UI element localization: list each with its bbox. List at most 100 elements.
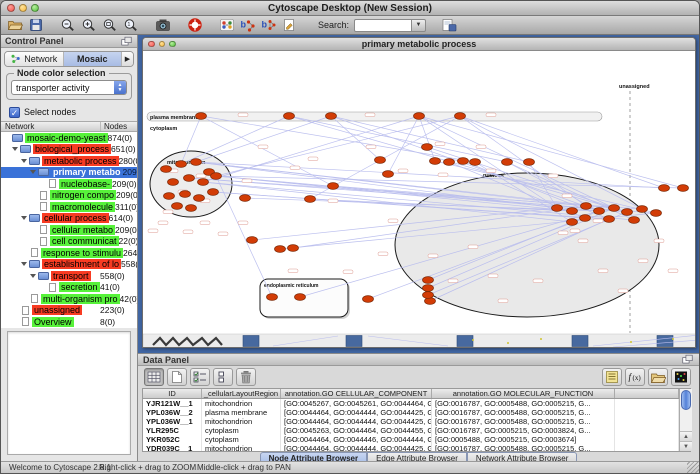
zoom-in-icon[interactable] <box>79 17 98 33</box>
folder-icon <box>12 134 23 142</box>
network-view-frame[interactable]: primary metabolic process plasma membran… <box>142 37 696 348</box>
tree-row[interactable]: macromolecule311(0) <box>1 201 137 213</box>
tree-row[interactable]: mosaic-demo-yeast874(0) <box>1 132 137 144</box>
tree-row[interactable]: cellular metabo209(0) <box>1 224 137 236</box>
attribute-table-grid: ID_cellularLayoutRegionannotation.GO CEL… <box>143 389 679 451</box>
tree-row[interactable]: biological_process651(0) <box>1 144 137 156</box>
help-icon[interactable] <box>185 17 204 33</box>
tree-row[interactable]: metabolic process280(0) <box>1 155 137 167</box>
column-header[interactable]: _cellularLayoutRegion <box>202 389 281 398</box>
plugin-network-2-icon[interactable]: b <box>259 17 278 33</box>
expand-arrow-icon[interactable] <box>12 147 18 151</box>
zoom-out-icon[interactable] <box>58 17 77 33</box>
resize-grip[interactable] <box>687 461 699 473</box>
expand-arrow-icon[interactable] <box>21 262 27 266</box>
matrix-ops-icon[interactable] <box>213 368 233 386</box>
tree-row-count: 280(0) <box>119 156 137 166</box>
table-row[interactable]: YJR121W__1mitochondrion[GO:0045267, GO:0… <box>143 399 679 408</box>
open-icon[interactable] <box>5 17 24 33</box>
column-header[interactable]: annotation.GO CELLULAR_COMPONENT <box>281 389 432 398</box>
zoom-fit-icon[interactable]: 1 <box>121 17 140 33</box>
table-cell: [GO:0045267, GO:0045261, GO:0044464, G..… <box>281 399 432 408</box>
tree-row[interactable]: cell communicat22(0) <box>1 236 137 248</box>
expand-arrow-icon[interactable] <box>21 216 27 220</box>
tree-row-label: biological_process <box>33 144 111 154</box>
table-cell <box>615 408 679 417</box>
table-row[interactable]: YPL036W__1mitochondrion[GO:0044464, GO:0… <box>143 417 679 426</box>
expand-arrow-icon[interactable] <box>21 159 27 163</box>
table-cell: [GO:0044464, GO:0044446, GO:0044444, G..… <box>281 435 432 444</box>
tab-mosaic[interactable]: Mosaic <box>64 52 123 66</box>
select-nodes-row: ✓ Select nodes <box>9 106 137 118</box>
save-session-icon[interactable] <box>439 17 458 33</box>
annotation-icon[interactable] <box>280 17 299 33</box>
tree-row[interactable]: response to stimulu264(0) <box>1 247 137 259</box>
node-color-dropdown[interactable]: transporter activity ▲▼ <box>11 80 127 95</box>
snapshot-icon[interactable] <box>153 17 172 33</box>
tree-row[interactable]: cellular process614(0) <box>1 213 137 225</box>
column-header[interactable]: annotation.GO MOLECULAR_FUNCTION <box>432 389 615 398</box>
svg-text:1: 1 <box>127 22 130 28</box>
select-nodes-label: Select nodes <box>24 107 76 117</box>
table-scrollbar[interactable]: ▲ ▼ <box>679 389 692 451</box>
column-header[interactable] <box>615 389 679 398</box>
attribute-list-icon[interactable] <box>602 368 622 386</box>
table-cell <box>615 444 679 451</box>
select-attributes-icon[interactable] <box>144 368 164 386</box>
table-cell: [GO:0045263, GO:0044464, GO:0044455, G..… <box>281 426 432 435</box>
scroll-down-arrow[interactable]: ▼ <box>680 441 692 451</box>
network-tab-icon <box>10 53 22 66</box>
plugin-network-1-icon[interactable]: b <box>238 17 257 33</box>
select-nodes-checkbox[interactable]: ✓ <box>9 107 20 118</box>
column-header[interactable]: ID <box>143 389 202 398</box>
tree-row-label: cellular metabo <box>50 225 115 235</box>
tree-row-count: 223(0) <box>100 305 137 315</box>
tree-row[interactable]: secretion41(0) <box>1 282 137 294</box>
network-canvas[interactable]: plasma membranecytoplasmunassignednucleu… <box>143 51 695 347</box>
status-welcome: Welcome to Cytoscape 2.8.1 <box>9 463 111 472</box>
window-titlebar[interactable]: Cytoscape Desktop (New Session) <box>1 1 699 16</box>
birds-eye-view[interactable] <box>7 331 131 455</box>
formula-builder-icon[interactable]: f(x) <box>625 368 645 386</box>
node-color-selection-legend: Node color selection <box>14 68 109 78</box>
tree-row[interactable]: transport558(0) <box>1 270 137 282</box>
attribute-editor-icon[interactable] <box>190 368 210 386</box>
tab-overflow-arrow-icon[interactable]: ▶ <box>122 52 133 66</box>
vizmapper-icon[interactable] <box>217 17 236 33</box>
search-dropdown-icon[interactable]: ▼ <box>412 19 426 32</box>
tree-row-label: macromolecule <box>50 202 115 212</box>
tree-row[interactable]: multi-organism pro42(0) <box>1 293 137 305</box>
table-row[interactable]: YKR052Ccytoplasm[GO:0044464, GO:0044446,… <box>143 435 679 444</box>
expand-arrow-icon[interactable] <box>30 170 36 174</box>
table-row[interactable]: YPL036W__2plasma membrane[GO:0044464, GO… <box>143 408 679 417</box>
scroll-up-arrow[interactable]: ▲ <box>680 431 692 441</box>
table-row[interactable]: YLR295Ccytoplasm[GO:0045263, GO:0044464,… <box>143 426 679 435</box>
table-cell: cytoplasm <box>202 426 281 435</box>
matrix-view-icon[interactable] <box>671 368 691 386</box>
scrollbar-thumb[interactable] <box>681 390 691 410</box>
table-row[interactable]: YDR039C__1mitochondrion[GO:0044464, GO:0… <box>143 444 679 451</box>
table-cell <box>615 435 679 444</box>
create-attribute-icon[interactable] <box>167 368 187 386</box>
delete-attribute-icon[interactable] <box>236 368 256 386</box>
page-icon <box>31 294 38 303</box>
tree-row[interactable]: Overview8(0) <box>1 316 137 328</box>
tree-row[interactable]: primary metabo209(... <box>1 167 137 179</box>
expand-arrow-icon[interactable] <box>30 274 36 278</box>
float-data-panel-icon[interactable] <box>680 354 694 365</box>
tree-row[interactable]: establishment of lo558(0) <box>1 259 137 271</box>
save-icon[interactable] <box>26 17 45 33</box>
tab-network[interactable]: Network <box>5 52 64 66</box>
tree-row[interactable]: nitrogen compo209(0) <box>1 190 137 202</box>
table-cell: [GO:0016787, GO:0005488, GO:0005215, G..… <box>432 444 615 451</box>
float-panel-icon[interactable] <box>119 36 133 47</box>
import-attributes-icon[interactable] <box>648 368 668 386</box>
search-input[interactable] <box>354 19 412 32</box>
tree-row-count: 209(... <box>123 167 137 177</box>
tree-row[interactable]: nucleobase-209(0) <box>1 178 137 190</box>
network-desktop: primary metabolic process plasma membran… <box>138 35 699 353</box>
tree-row[interactable]: unassigned223(0) <box>1 305 137 317</box>
zoom-selected-icon[interactable] <box>100 17 119 33</box>
control-panel: Control Panel NetworkMosaic▶ Node color … <box>1 35 138 461</box>
network-view-titlebar[interactable]: primary metabolic process <box>143 38 695 51</box>
